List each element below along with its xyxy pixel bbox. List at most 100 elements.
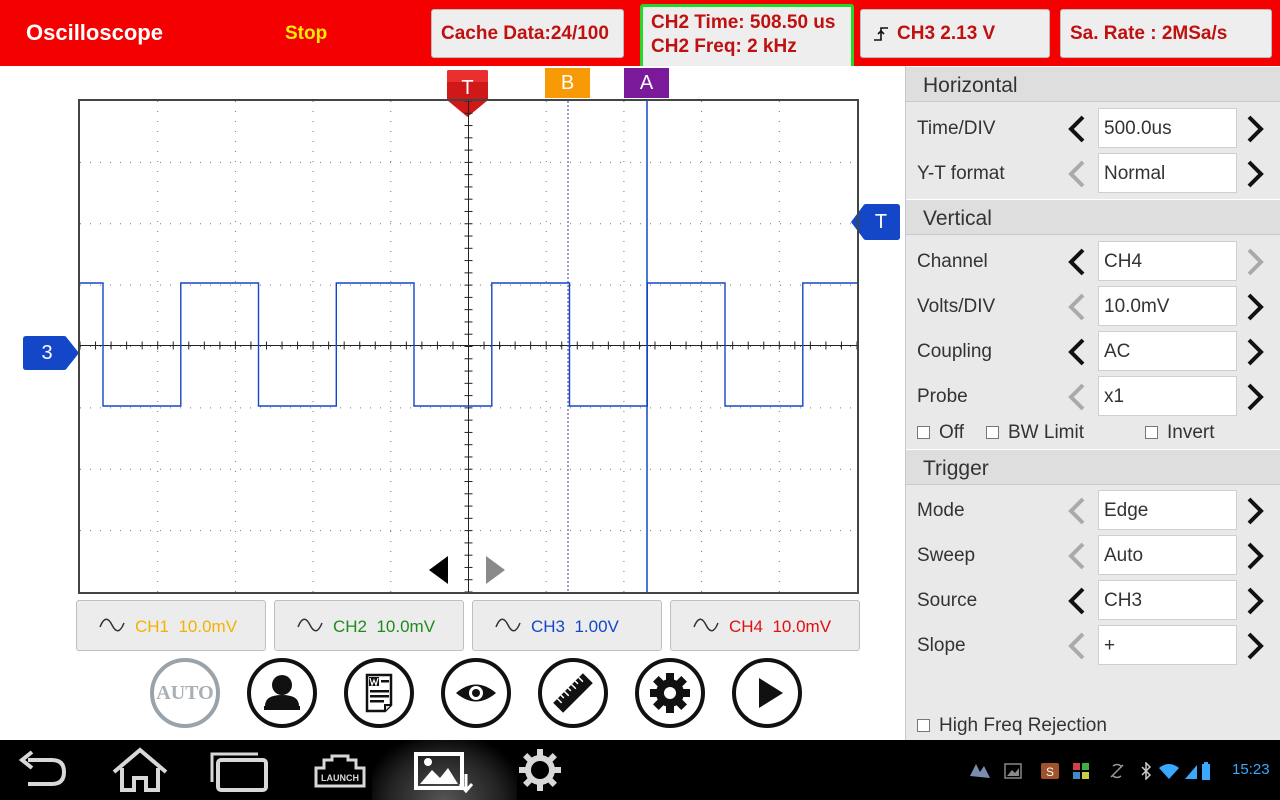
home-icon[interactable] [108, 746, 172, 794]
param-value-sweep[interactable]: Auto [1098, 535, 1237, 575]
decrease-channel-button[interactable] [1066, 247, 1088, 277]
cache-data-button[interactable]: Cache Data:24/100 [431, 9, 624, 58]
cursor-a-marker[interactable]: A [624, 68, 669, 98]
increase-channel-button[interactable] [1244, 247, 1266, 277]
recent-apps-icon[interactable] [208, 746, 272, 794]
ch2-label: CH2 10.0mV [333, 617, 436, 636]
screenshot-icon[interactable] [410, 746, 476, 794]
param-label-y-t-format: Y-T format [917, 163, 1005, 184]
increase-mode-button[interactable] [1244, 496, 1266, 526]
launch-label: LAUNCH [321, 773, 359, 783]
param-value-slope[interactable]: + [1098, 625, 1237, 665]
high-freq-rejection-label: High Freq Rejection [939, 715, 1107, 736]
param-value-y-t-format[interactable]: Normal [1098, 153, 1237, 193]
param-row-mode: Mode Edge [906, 488, 1280, 533]
invert-checkbox-label: Invert [1167, 422, 1215, 443]
param-row-slope: Slope + [906, 623, 1280, 668]
app-notification-icon [970, 764, 990, 778]
run-button[interactable] [732, 658, 802, 728]
decrease-slope-button[interactable] [1066, 631, 1088, 661]
decrease-y-t-format-button[interactable] [1066, 159, 1088, 189]
ch1-button[interactable]: CH1 10.0mV [76, 600, 266, 651]
param-row-y-t-format: Y-T format Normal [906, 151, 1280, 196]
run-stop-status[interactable]: Stop [285, 23, 327, 45]
back-icon[interactable] [12, 746, 70, 794]
ch2-time-readout: CH2 Time: 508.50 us [651, 12, 836, 33]
trigger-section-header: Trigger [906, 449, 1280, 485]
bw-limit-checkbox-label: BW Limit [1008, 422, 1084, 443]
app-grid-notification-icon [1073, 763, 1089, 779]
ch3-button[interactable]: CH3 1.00V [472, 600, 662, 651]
increase-y-t-format-button[interactable] [1244, 159, 1266, 189]
ch4-button[interactable]: CH4 10.0mV [670, 600, 860, 651]
measure-button[interactable] [538, 658, 608, 728]
settings-button[interactable] [635, 658, 705, 728]
decrease-time-div-button[interactable] [1066, 114, 1088, 144]
sample-rate-button[interactable]: Sa. Rate : 2MSa/s [1060, 9, 1272, 58]
param-row-time-div: Time/DIV 500.0us [906, 106, 1280, 151]
chevron-left-icon [1068, 497, 1085, 525]
gear-icon [650, 673, 690, 713]
param-value-volts-div[interactable]: 10.0mV [1098, 286, 1237, 326]
off-checkbox-label: Off [939, 422, 964, 443]
scroll-right-button[interactable] [484, 554, 508, 586]
top-bar: Oscilloscope Stop Cache Data:24/100 CH2 … [0, 0, 1280, 69]
increase-probe-button[interactable] [1244, 382, 1266, 412]
auto-button[interactable]: AUTO [150, 658, 220, 728]
increase-coupling-button[interactable] [1244, 337, 1266, 367]
system-nav-bar: LAUNCH S 15:23 [0, 740, 1280, 800]
param-label-mode: Mode [917, 500, 965, 521]
param-label-channel: Channel [917, 251, 988, 272]
image-notification-icon [1004, 763, 1022, 779]
ch2-button[interactable]: CH2 10.0mV [274, 600, 464, 651]
param-label-volts-div: Volts/DIV [917, 296, 996, 317]
ch3-label: CH3 1.00V [531, 617, 619, 636]
cursor-b-marker[interactable]: B [545, 68, 590, 98]
decrease-coupling-button[interactable] [1066, 337, 1088, 367]
trigger-level-button[interactable]: CH3 2.13 V [860, 9, 1050, 58]
triangle-right-icon [486, 556, 505, 584]
param-value-probe[interactable]: x1 [1098, 376, 1237, 416]
increase-volts-div-button[interactable] [1244, 292, 1266, 322]
decrease-probe-button[interactable] [1066, 382, 1088, 412]
ch2-measurement-box[interactable]: CH2 Time: 508.50 us CH2 Freq: 2 kHz [640, 4, 854, 69]
decrease-sweep-button[interactable] [1066, 541, 1088, 571]
chevron-left-icon [1068, 248, 1085, 276]
param-value-mode[interactable]: Edge [1098, 490, 1237, 530]
user-profile-button[interactable] [247, 658, 317, 728]
increase-time-div-button[interactable] [1244, 114, 1266, 144]
view-button[interactable] [441, 658, 511, 728]
param-value-source[interactable]: CH3 [1098, 580, 1237, 620]
param-value-channel[interactable]: CH4 [1098, 241, 1237, 281]
signal-icon [1185, 765, 1197, 779]
waveform-display[interactable] [78, 99, 859, 594]
increase-slope-button[interactable] [1244, 631, 1266, 661]
chevron-left-icon [1068, 632, 1085, 660]
decrease-volts-div-button[interactable] [1066, 292, 1088, 322]
increase-source-button[interactable] [1244, 586, 1266, 616]
decrease-source-button[interactable] [1066, 586, 1088, 616]
settings-panel: Horizontal Time/DIV 500.0us Y-T format Norm… [905, 66, 1280, 740]
app-title: Oscilloscope [26, 20, 163, 45]
user-icon [264, 675, 300, 710]
system-settings-icon[interactable] [516, 746, 564, 794]
triangle-left-icon [429, 556, 448, 584]
param-label-sweep: Sweep [917, 545, 976, 566]
channel-3-level-marker[interactable]: 3 [22, 335, 80, 371]
chevron-left-icon [1068, 160, 1085, 188]
wifi-icon [1159, 764, 1179, 779]
horizontal-section-title: Horizontal [923, 74, 1018, 97]
scroll-left-button[interactable] [426, 554, 450, 586]
increase-sweep-button[interactable] [1244, 541, 1266, 571]
save-report-button[interactable] [344, 658, 414, 728]
sync-notification-icon [1110, 763, 1124, 779]
launch-icon[interactable]: LAUNCH [310, 746, 370, 794]
param-value-time-div[interactable]: 500.0us [1098, 108, 1237, 148]
chevron-left-icon [1068, 293, 1085, 321]
chevron-left-icon [1068, 338, 1085, 366]
trigger-section-title: Trigger [923, 457, 989, 480]
ch1-label: CH1 10.0mV [135, 617, 238, 636]
param-value-coupling[interactable]: AC [1098, 331, 1237, 371]
decrease-mode-button[interactable] [1066, 496, 1088, 526]
document-icon [365, 673, 393, 713]
